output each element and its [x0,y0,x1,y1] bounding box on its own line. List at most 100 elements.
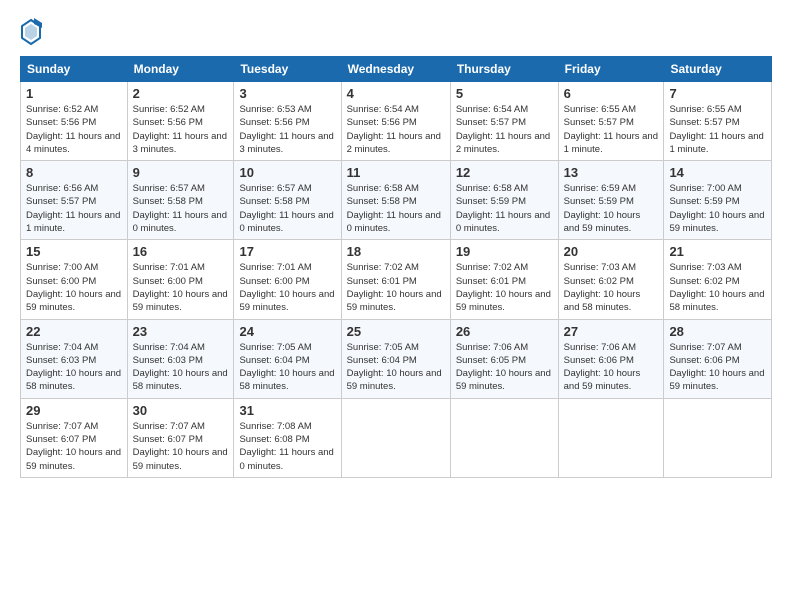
day-info: Sunrise: 6:55 AMSunset: 5:57 PMDaylight:… [564,103,659,156]
day-info: Sunrise: 6:54 AMSunset: 5:57 PMDaylight:… [456,103,553,156]
calendar-header-sunday: Sunday [21,57,128,82]
day-number: 6 [564,86,659,101]
calendar-cell [664,398,772,477]
day-info: Sunrise: 7:06 AMSunset: 6:05 PMDaylight:… [456,341,553,394]
calendar-cell: 31 Sunrise: 7:08 AMSunset: 6:08 PMDayligh… [234,398,341,477]
day-number: 19 [456,244,553,259]
day-number: 31 [239,403,335,418]
day-number: 22 [26,324,122,339]
day-info: Sunrise: 7:05 AMSunset: 6:04 PMDaylight:… [347,341,445,394]
calendar-header-monday: Monday [127,57,234,82]
calendar-cell: 24Sunrise: 7:05 AMSunset: 6:04 PMDayligh… [234,319,341,398]
day-info: Sunrise: 6:57 AMSunset: 5:58 PMDaylight:… [133,182,229,235]
calendar-cell: 4Sunrise: 6:54 AMSunset: 5:56 PMDaylight… [341,82,450,161]
header [20,18,772,46]
day-number: 8 [26,165,122,180]
calendar-cell: 10Sunrise: 6:57 AMSunset: 5:58 PMDayligh… [234,161,341,240]
calendar-header-thursday: Thursday [450,57,558,82]
calendar-week-row: 15Sunrise: 7:00 AMSunset: 6:00 PMDayligh… [21,240,772,319]
day-info: Sunrise: 7:01 AMSunset: 6:00 PMDaylight:… [133,261,229,314]
calendar-cell: 3 Sunrise: 6:53 AMSunset: 5:56 PMDaylight… [234,82,341,161]
day-info: Sunrise: 7:03 AMSunset: 6:02 PMDaylight:… [669,261,766,314]
calendar-cell [341,398,450,477]
calendar-cell [450,398,558,477]
calendar-cell: 19 Sunrise: 7:02 AMSunset: 6:01 PMDayligh… [450,240,558,319]
day-number: 29 [26,403,122,418]
day-number: 20 [564,244,659,259]
day-info: Sunrise: 7:03 AMSunset: 6:02 PMDaylight:… [564,261,659,314]
calendar-cell: 23 Sunrise: 7:04 AMSunset: 6:03 PMDayligh… [127,319,234,398]
day-info: Sunrise: 7:07 AMSunset: 6:07 PMDaylight:… [133,420,229,473]
calendar-cell [558,398,664,477]
day-info: Sunrise: 7:02 AMSunset: 6:01 PMDaylight:… [456,261,553,314]
day-number: 23 [133,324,229,339]
day-number: 18 [347,244,445,259]
calendar-week-row: 22 Sunrise: 7:04 AMSunset: 6:03 PMDayligh… [21,319,772,398]
day-number: 25 [347,324,445,339]
day-info: Sunrise: 7:04 AMSunset: 6:03 PMDaylight:… [133,341,229,394]
day-number: 5 [456,86,553,101]
logo [20,18,46,46]
calendar-cell: 12 Sunrise: 6:58 AMSunset: 5:59 PMDayligh… [450,161,558,240]
calendar-cell: 14Sunrise: 7:00 AMSunset: 5:59 PMDayligh… [664,161,772,240]
calendar-cell: 27 Sunrise: 7:06 AMSunset: 6:06 PMDayligh… [558,319,664,398]
day-info: Sunrise: 6:58 AMSunset: 5:58 PMDaylight:… [347,182,445,235]
day-number: 30 [133,403,229,418]
day-number: 2 [133,86,229,101]
day-number: 1 [26,86,122,101]
calendar-cell: 22 Sunrise: 7:04 AMSunset: 6:03 PMDayligh… [21,319,128,398]
day-info: Sunrise: 7:07 AMSunset: 6:06 PMDaylight:… [669,341,766,394]
day-info: Sunrise: 7:00 AMSunset: 5:59 PMDaylight:… [669,182,766,235]
day-info: Sunrise: 7:00 AMSunset: 6:00 PMDaylight:… [26,261,122,314]
calendar-cell: 20 Sunrise: 7:03 AMSunset: 6:02 PMDayligh… [558,240,664,319]
day-info: Sunrise: 7:08 AMSunset: 6:08 PMDaylight:… [239,420,335,473]
calendar-cell: 13Sunrise: 6:59 AMSunset: 5:59 PMDayligh… [558,161,664,240]
day-info: Sunrise: 7:01 AMSunset: 6:00 PMDaylight:… [239,261,335,314]
day-info: Sunrise: 7:05 AMSunset: 6:04 PMDaylight:… [239,341,335,394]
day-info: Sunrise: 7:06 AMSunset: 6:06 PMDaylight:… [564,341,659,394]
day-info: Sunrise: 6:57 AMSunset: 5:58 PMDaylight:… [239,182,335,235]
day-number: 9 [133,165,229,180]
calendar-cell: 28 Sunrise: 7:07 AMSunset: 6:06 PMDayligh… [664,319,772,398]
calendar-cell: 30 Sunrise: 7:07 AMSunset: 6:07 PMDayligh… [127,398,234,477]
calendar-week-row: 1Sunrise: 6:52 AMSunset: 5:56 PMDaylight… [21,82,772,161]
calendar-cell: 6 Sunrise: 6:55 AMSunset: 5:57 PMDaylight… [558,82,664,161]
day-number: 26 [456,324,553,339]
day-info: Sunrise: 6:58 AMSunset: 5:59 PMDaylight:… [456,182,553,235]
calendar-cell: 17Sunrise: 7:01 AMSunset: 6:00 PMDayligh… [234,240,341,319]
calendar-cell: 16 Sunrise: 7:01 AMSunset: 6:00 PMDayligh… [127,240,234,319]
day-number: 11 [347,165,445,180]
day-number: 16 [133,244,229,259]
day-info: Sunrise: 6:53 AMSunset: 5:56 PMDaylight:… [239,103,335,156]
calendar-cell: 9 Sunrise: 6:57 AMSunset: 5:58 PMDaylight… [127,161,234,240]
day-info: Sunrise: 6:54 AMSunset: 5:56 PMDaylight:… [347,103,445,156]
day-info: Sunrise: 6:55 AMSunset: 5:57 PMDaylight:… [669,103,766,156]
calendar-cell: 5 Sunrise: 6:54 AMSunset: 5:57 PMDaylight… [450,82,558,161]
calendar-cell: 2Sunrise: 6:52 AMSunset: 5:56 PMDaylight… [127,82,234,161]
day-number: 12 [456,165,553,180]
calendar-cell: 18Sunrise: 7:02 AMSunset: 6:01 PMDayligh… [341,240,450,319]
calendar-header-friday: Friday [558,57,664,82]
day-number: 3 [239,86,335,101]
calendar-cell: 21 Sunrise: 7:03 AMSunset: 6:02 PMDayligh… [664,240,772,319]
day-info: Sunrise: 6:56 AMSunset: 5:57 PMDaylight:… [26,182,122,235]
calendar-cell: 26 Sunrise: 7:06 AMSunset: 6:05 PMDayligh… [450,319,558,398]
calendar-cell: 29Sunrise: 7:07 AMSunset: 6:07 PMDayligh… [21,398,128,477]
calendar-header-tuesday: Tuesday [234,57,341,82]
calendar-week-row: 8 Sunrise: 6:56 AMSunset: 5:57 PMDaylight… [21,161,772,240]
day-number: 13 [564,165,659,180]
logo-icon [20,18,42,46]
calendar-cell: 11 Sunrise: 6:58 AMSunset: 5:58 PMDayligh… [341,161,450,240]
calendar-header-saturday: Saturday [664,57,772,82]
calendar-cell: 8 Sunrise: 6:56 AMSunset: 5:57 PMDaylight… [21,161,128,240]
page: SundayMondayTuesdayWednesdayThursdayFrid… [0,0,792,612]
calendar-cell: 1Sunrise: 6:52 AMSunset: 5:56 PMDaylight… [21,82,128,161]
day-info: Sunrise: 7:04 AMSunset: 6:03 PMDaylight:… [26,341,122,394]
day-number: 21 [669,244,766,259]
calendar-header-wednesday: Wednesday [341,57,450,82]
calendar-cell: 15Sunrise: 7:00 AMSunset: 6:00 PMDayligh… [21,240,128,319]
calendar-cell: 25 Sunrise: 7:05 AMSunset: 6:04 PMDayligh… [341,319,450,398]
day-number: 28 [669,324,766,339]
day-number: 27 [564,324,659,339]
day-number: 7 [669,86,766,101]
